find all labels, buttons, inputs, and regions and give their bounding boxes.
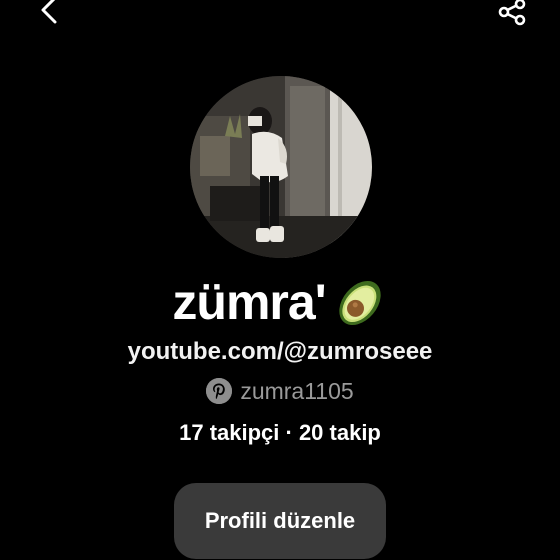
share-icon xyxy=(498,0,526,26)
website-link[interactable]: youtube.com/@zumroseee xyxy=(0,336,560,368)
pinterest-icon xyxy=(206,378,233,404)
avocado-icon xyxy=(338,280,381,326)
chevron-left-icon xyxy=(41,0,57,24)
pinterest-handle-row: zumra1105 xyxy=(0,376,560,406)
share-button[interactable] xyxy=(492,0,532,30)
avatar-photo xyxy=(190,76,372,258)
back-button[interactable] xyxy=(28,0,68,28)
top-bar xyxy=(0,0,560,40)
profile-name-row: zümra' xyxy=(0,272,560,332)
profile-name: zümra' xyxy=(172,274,326,330)
follow-stats[interactable]: 17 takipçi · 20 takip xyxy=(0,418,560,448)
pinterest-username: zumra1105 xyxy=(240,378,354,404)
edit-profile-button[interactable]: Profili düzenle xyxy=(174,483,386,559)
profile-avatar[interactable] xyxy=(190,76,372,258)
